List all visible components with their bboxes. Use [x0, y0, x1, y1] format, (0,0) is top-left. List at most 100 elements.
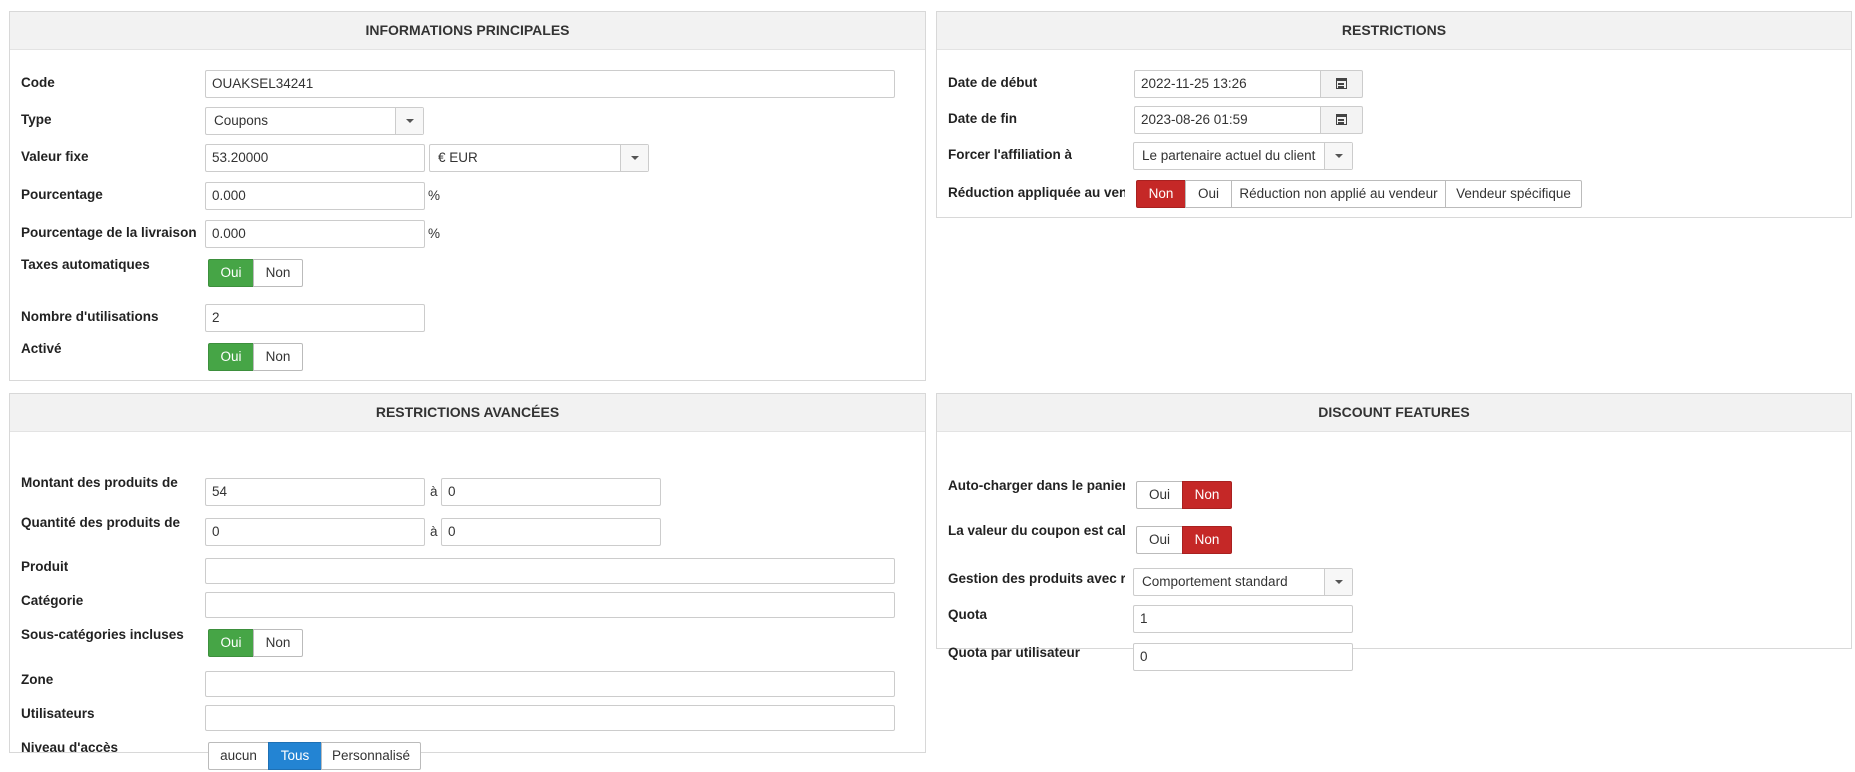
- start-date-picker-button[interactable]: [1321, 70, 1363, 98]
- code-input[interactable]: OUAKSEL34241: [205, 70, 895, 98]
- product-input[interactable]: [205, 558, 895, 584]
- percentage-row: Pourcentage 0.000 %: [10, 182, 925, 212]
- advanced-restrictions-title: RESTRICTIONS AVANCÉES: [10, 394, 925, 432]
- advanced-restrictions-panel: RESTRICTIONS AVANCÉES Montant des produi…: [9, 393, 926, 770]
- auto-load-non-button[interactable]: Non: [1182, 481, 1232, 509]
- coupon-value-toggle: Oui Non: [1136, 526, 1232, 554]
- coupon-value-row: La valeur du coupon est calculée Oui Non: [937, 523, 1851, 556]
- amount-row: Montant des produits de 54 à 0: [10, 475, 925, 508]
- end-date-label: Date de fin: [948, 111, 1018, 126]
- discounted-products-select-value: Comportement standard: [1142, 574, 1288, 589]
- percentage-label: Pourcentage: [21, 187, 103, 202]
- affiliation-row: Forcer l'affiliation à Le partenaire act…: [937, 142, 1851, 172]
- vendor-reduction-non-button[interactable]: Non: [1136, 180, 1186, 208]
- type-row: Type Coupons: [10, 107, 925, 137]
- chevron-down-icon[interactable]: [620, 145, 648, 171]
- start-date-label: Date de début: [948, 75, 1038, 90]
- auto-load-label: Auto-charger dans le panier: [948, 478, 1125, 493]
- fixed-value-row: Valeur fixe 53.20000 € EUR: [10, 144, 925, 174]
- quantity-from-input[interactable]: 0: [205, 518, 425, 546]
- active-oui-button[interactable]: Oui: [208, 343, 254, 371]
- users-label: Utilisateurs: [21, 706, 95, 721]
- category-input[interactable]: [205, 592, 895, 618]
- access-level-label: Niveau d'accès: [21, 740, 119, 755]
- active-non-button[interactable]: Non: [253, 343, 303, 371]
- uses-input[interactable]: 2: [205, 304, 425, 332]
- shipping-percentage-row: Pourcentage de la livraison 0.000 %: [10, 220, 925, 250]
- discounted-products-row: Gestion des produits avec réduction Comp…: [937, 568, 1851, 598]
- quota-per-user-input[interactable]: 0: [1133, 643, 1353, 671]
- category-label: Catégorie: [21, 593, 84, 608]
- auto-taxes-row: Taxes automatiques Oui Non: [10, 257, 925, 289]
- fixed-value-label: Valeur fixe: [21, 149, 89, 164]
- coupon-value-non-button[interactable]: Non: [1182, 526, 1232, 554]
- uses-label: Nombre d'utilisations: [21, 309, 159, 324]
- main-info-panel: INFORMATIONS PRINCIPALES Code OUAKSEL342…: [9, 11, 926, 381]
- affiliation-select-value: Le partenaire actuel du client: [1142, 148, 1316, 163]
- auto-taxes-oui-button[interactable]: Oui: [208, 259, 254, 287]
- zone-row: Zone: [10, 671, 925, 701]
- discounted-products-label: Gestion des produits avec réduction: [948, 571, 1125, 586]
- quantity-to-label: à: [430, 524, 438, 539]
- category-row: Catégorie: [10, 592, 925, 622]
- auto-load-row: Auto-charger dans le panier Oui Non: [937, 478, 1851, 511]
- affiliation-select[interactable]: Le partenaire actuel du client: [1133, 142, 1353, 170]
- chevron-down-icon[interactable]: [1324, 143, 1352, 169]
- type-select-value: Coupons: [214, 113, 269, 128]
- subcategories-oui-button[interactable]: Oui: [208, 629, 254, 657]
- type-label: Type: [21, 112, 52, 127]
- vendor-reduction-oui-button[interactable]: Oui: [1185, 180, 1232, 208]
- discount-features-panel: DISCOUNT FEATURES Auto-charger dans le p…: [936, 393, 1852, 671]
- discounted-products-select[interactable]: Comportement standard: [1133, 568, 1353, 596]
- amount-to-label: à: [430, 484, 438, 499]
- vendor-reduction-not-applied-button[interactable]: Réduction non applié au vendeur: [1231, 180, 1446, 208]
- amount-from-input[interactable]: 54: [205, 478, 425, 506]
- subcategories-label: Sous-catégories incluses: [21, 627, 184, 642]
- chevron-down-icon[interactable]: [1324, 569, 1352, 595]
- shipping-percentage-unit: %: [428, 226, 441, 241]
- quota-per-user-label: Quota par utilisateur: [948, 645, 1081, 660]
- vendor-reduction-specific-button[interactable]: Vendeur spécifique: [1445, 180, 1582, 208]
- calendar-icon: [1336, 114, 1347, 125]
- affiliation-label: Forcer l'affiliation à: [948, 147, 1072, 162]
- fixed-value-input[interactable]: 53.20000: [205, 144, 425, 172]
- calendar-icon: [1336, 78, 1347, 89]
- users-row: Utilisateurs: [10, 705, 925, 735]
- access-level-toggle: aucun Tous Personnalisé: [208, 742, 421, 770]
- auto-taxes-non-button[interactable]: Non: [253, 259, 303, 287]
- quota-per-user-row: Quota par utilisateur 0: [937, 643, 1851, 673]
- shipping-percentage-label: Pourcentage de la livraison: [21, 225, 197, 240]
- vendor-reduction-toggle: Non Oui Réduction non applié au vendeur …: [1136, 180, 1582, 208]
- users-input[interactable]: [205, 705, 895, 731]
- subcategories-non-button[interactable]: Non: [253, 629, 303, 657]
- coupon-value-oui-button[interactable]: Oui: [1136, 526, 1183, 554]
- zone-label: Zone: [21, 672, 54, 687]
- active-toggle: Oui Non: [208, 343, 303, 371]
- access-level-tous-button[interactable]: Tous: [268, 742, 322, 770]
- end-date-input[interactable]: 2023-08-26 01:59: [1134, 106, 1321, 134]
- subcategories-row: Sous-catégories incluses Oui Non: [10, 627, 925, 659]
- start-date-input[interactable]: 2022-11-25 13:26: [1134, 70, 1321, 98]
- subcategories-toggle: Oui Non: [208, 629, 303, 657]
- amount-to-input[interactable]: 0: [441, 478, 661, 506]
- product-row: Produit: [10, 558, 925, 588]
- code-row: Code OUAKSEL34241: [10, 70, 925, 100]
- access-level-aucun-button[interactable]: aucun: [208, 742, 269, 770]
- type-select[interactable]: Coupons: [205, 107, 424, 135]
- shipping-percentage-input[interactable]: 0.000: [205, 220, 425, 248]
- access-level-custom-button[interactable]: Personnalisé: [321, 742, 421, 770]
- percentage-input[interactable]: 0.000: [205, 182, 425, 210]
- quantity-to-input[interactable]: 0: [441, 518, 661, 546]
- zone-input[interactable]: [205, 671, 895, 697]
- main-info-title: INFORMATIONS PRINCIPALES: [10, 12, 925, 50]
- code-label: Code: [21, 75, 55, 90]
- auto-load-oui-button[interactable]: Oui: [1136, 481, 1183, 509]
- discount-features-title: DISCOUNT FEATURES: [937, 394, 1851, 432]
- chevron-down-icon[interactable]: [395, 108, 423, 134]
- active-row: Activé Oui Non: [10, 341, 925, 373]
- end-date-picker-button[interactable]: [1321, 106, 1363, 134]
- auto-taxes-toggle: Oui Non: [208, 259, 303, 287]
- currency-select[interactable]: € EUR: [429, 144, 649, 172]
- restrictions-panel: RESTRICTIONS Date de début 2022-11-25 13…: [936, 11, 1852, 218]
- quota-input[interactable]: 1: [1133, 605, 1353, 633]
